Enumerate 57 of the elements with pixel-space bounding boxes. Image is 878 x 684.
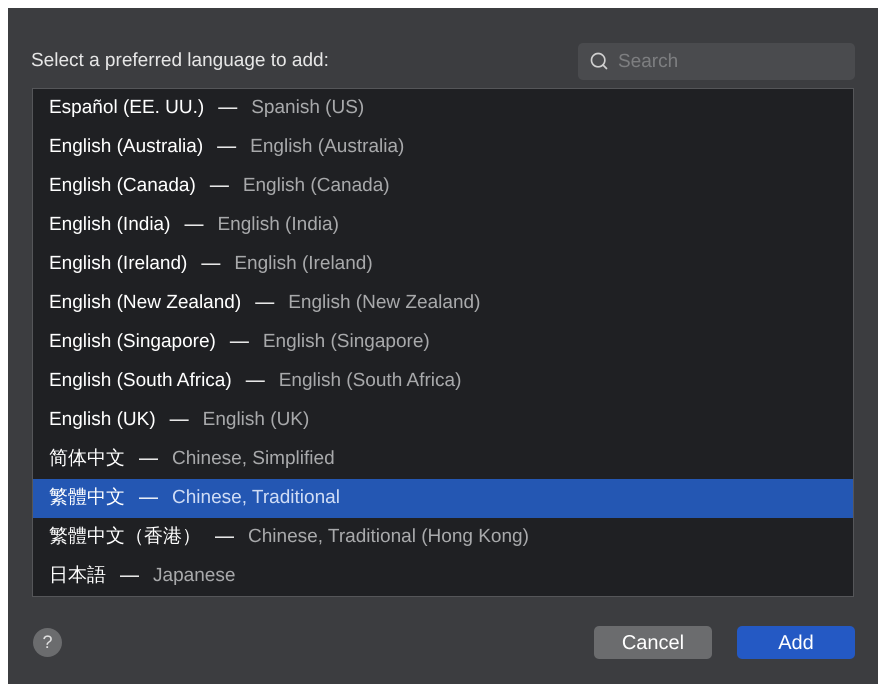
language-item[interactable]: English (South Africa) — English (South Africa) <box>33 362 853 401</box>
native-name: English (Canada) <box>49 174 196 198</box>
language-item[interactable]: 简体中文 — Chinese, Simplified <box>33 440 853 479</box>
language-item[interactable]: English (Singapore) — English (Singapore) <box>33 323 853 362</box>
native-name: English (India) <box>49 213 170 238</box>
native-name: English (UK) <box>49 408 156 432</box>
separator-dash: — <box>139 447 158 472</box>
separator-dash: — <box>139 486 158 510</box>
separator-dash: — <box>210 174 229 198</box>
english-name: English (Canada) <box>242 174 390 198</box>
search-icon <box>589 51 609 71</box>
cancel-button[interactable]: Cancel <box>594 626 712 659</box>
english-name: English (Ireland) <box>234 252 373 276</box>
separator-dash: — <box>217 135 236 160</box>
language-item[interactable]: English (Canada) — English (Canada) <box>33 167 853 206</box>
add-button[interactable]: Add <box>737 626 855 659</box>
native-name: 日本語 <box>49 564 106 588</box>
separator-dash: — <box>246 369 265 394</box>
separator-dash: — <box>120 564 139 588</box>
language-item[interactable]: 繁體中文（香港） — Chinese, Traditional (Hong Kong) <box>33 518 853 557</box>
language-item[interactable]: 日本語 — Japanese <box>33 557 853 596</box>
separator-dash: — <box>215 525 234 550</box>
prompt-label: Select a preferred language to add: <box>31 49 329 74</box>
help-button[interactable]: ? <box>33 628 62 657</box>
english-name: Chinese, Simplified <box>172 447 335 472</box>
separator-dash: — <box>230 330 249 354</box>
language-item[interactable]: English (Australia) — English (Australia) <box>33 128 853 167</box>
english-name: Chinese, Traditional (Hong Kong) <box>248 525 529 550</box>
native-name: English (Australia) <box>49 135 204 160</box>
language-item[interactable]: English (New Zealand) — English (New Zealand) <box>33 284 853 323</box>
english-name: English (Australia) <box>250 135 404 160</box>
english-name: English (India) <box>217 213 339 238</box>
separator-dash: — <box>255 291 274 316</box>
english-name: Japanese <box>153 564 236 588</box>
separator-dash: — <box>218 96 238 120</box>
english-name: English (Singapore) <box>262 330 430 354</box>
native-name: 简体中文 <box>49 447 125 472</box>
native-name: 繁體中文 <box>49 486 125 510</box>
separator-dash: — <box>170 408 189 432</box>
language-item[interactable]: English (India) — English (India) <box>33 206 853 245</box>
english-name: English (New Zealand) <box>288 291 480 316</box>
language-item[interactable]: English (Ireland) — English (Ireland) <box>33 245 853 284</box>
english-name: English (South Africa) <box>278 369 462 394</box>
native-name: English (New Zealand) <box>49 291 242 316</box>
native-name: English (Ireland) <box>49 252 188 276</box>
separator-dash: — <box>201 252 220 276</box>
language-item[interactable]: English (UK) — English (UK) <box>33 401 853 440</box>
language-item[interactable]: 繁體中文 — Chinese, Traditional <box>33 479 853 518</box>
separator-dash: — <box>184 213 204 238</box>
native-name: English (South Africa) <box>49 369 232 394</box>
english-name: Spanish (US) <box>251 96 364 120</box>
native-name: English (Singapore) <box>49 330 216 354</box>
native-name: Español (EE. UU.) <box>49 96 204 120</box>
english-name: Chinese, Traditional <box>172 486 340 510</box>
language-item[interactable]: Español (EE. UU.) — Spanish (US) <box>33 89 853 128</box>
native-name: 繁體中文（香港） <box>49 525 201 550</box>
english-name: English (UK) <box>202 408 310 432</box>
